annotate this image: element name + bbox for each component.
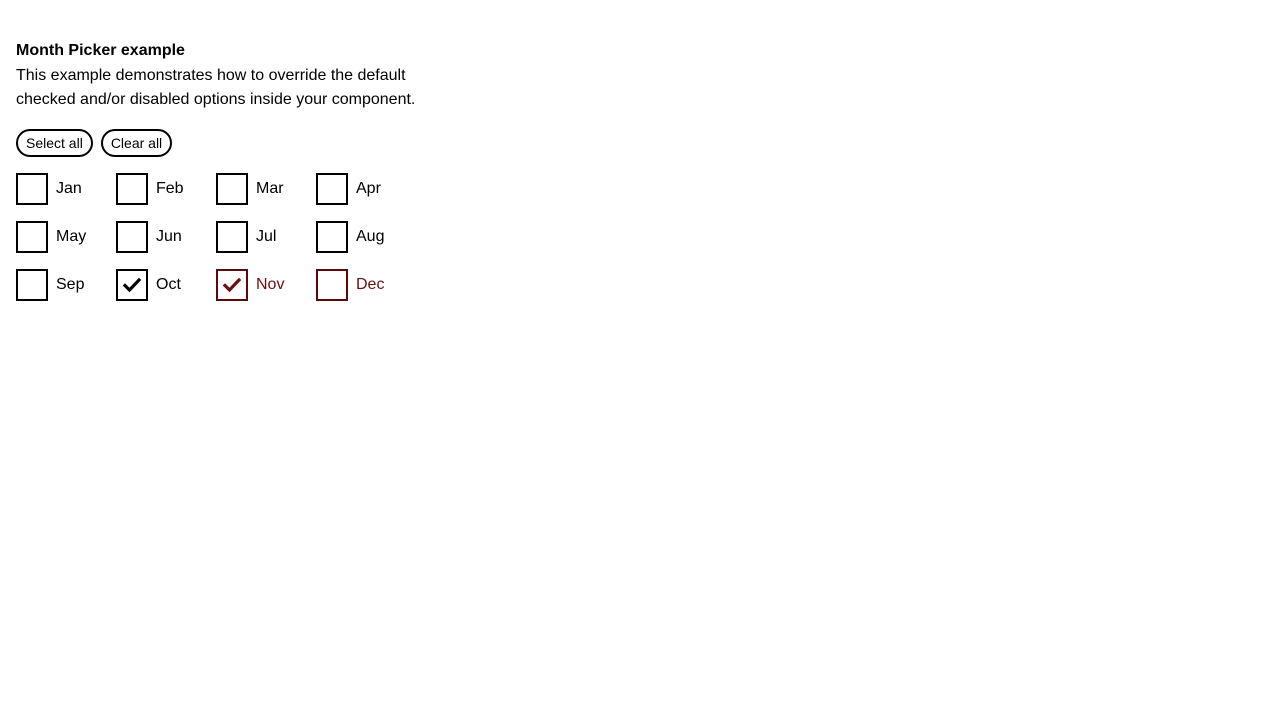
month-label: Oct xyxy=(156,276,181,293)
checkbox[interactable] xyxy=(216,221,248,253)
checkbox[interactable] xyxy=(16,173,48,205)
month-label: Mar xyxy=(256,180,284,197)
month-label: May xyxy=(56,228,87,245)
month-picker-example: Month Picker example This example demons… xyxy=(16,40,476,313)
page-title: Month Picker example xyxy=(16,42,185,59)
month-label: Jun xyxy=(156,228,182,245)
clear-all-button[interactable]: Clear all xyxy=(100,129,173,157)
checkbox[interactable] xyxy=(316,173,348,205)
checkmark-icon xyxy=(222,277,242,293)
month-label: Feb xyxy=(156,180,184,197)
month-label: Sep xyxy=(56,276,85,293)
month-label: Nov xyxy=(256,276,285,293)
month-option-jul[interactable]: Jul xyxy=(216,221,316,253)
checkbox[interactable] xyxy=(316,269,348,301)
month-option-aug[interactable]: Aug xyxy=(316,221,416,253)
month-option-feb[interactable]: Feb xyxy=(116,173,216,205)
month-option-mar[interactable]: Mar xyxy=(216,173,316,205)
month-label: Dec xyxy=(356,276,385,293)
month-label: Apr xyxy=(356,180,381,197)
checkbox[interactable] xyxy=(216,173,248,205)
checkbox[interactable] xyxy=(316,221,348,253)
month-option-apr[interactable]: Apr xyxy=(316,173,416,205)
month-option-jan[interactable]: Jan xyxy=(16,173,116,205)
month-label: Jul xyxy=(256,228,277,245)
checkbox[interactable] xyxy=(16,269,48,301)
month-option-sep[interactable]: Sep xyxy=(16,269,116,301)
month-label: Jan xyxy=(56,180,82,197)
checkbox[interactable] xyxy=(116,269,148,301)
month-option-oct[interactable]: Oct xyxy=(116,269,216,301)
month-label: Aug xyxy=(356,228,385,245)
month-option-dec[interactable]: Dec xyxy=(316,269,416,301)
checkmark-icon xyxy=(122,277,142,293)
checkbox[interactable] xyxy=(216,269,248,301)
month-grid: Jan Feb Mar Apr May Jun Jul Aug Sep Oct … xyxy=(16,173,416,313)
month-option-may[interactable]: May xyxy=(16,221,116,253)
action-buttons: Select all Clear all xyxy=(16,129,476,157)
description-text: This example demonstrates how to overrid… xyxy=(16,67,416,108)
checkbox[interactable] xyxy=(116,173,148,205)
month-option-nov[interactable]: Nov xyxy=(216,269,316,301)
month-option-jun[interactable]: Jun xyxy=(116,221,216,253)
select-all-button[interactable]: Select all xyxy=(16,129,93,157)
checkbox[interactable] xyxy=(116,221,148,253)
checkbox[interactable] xyxy=(16,221,48,253)
